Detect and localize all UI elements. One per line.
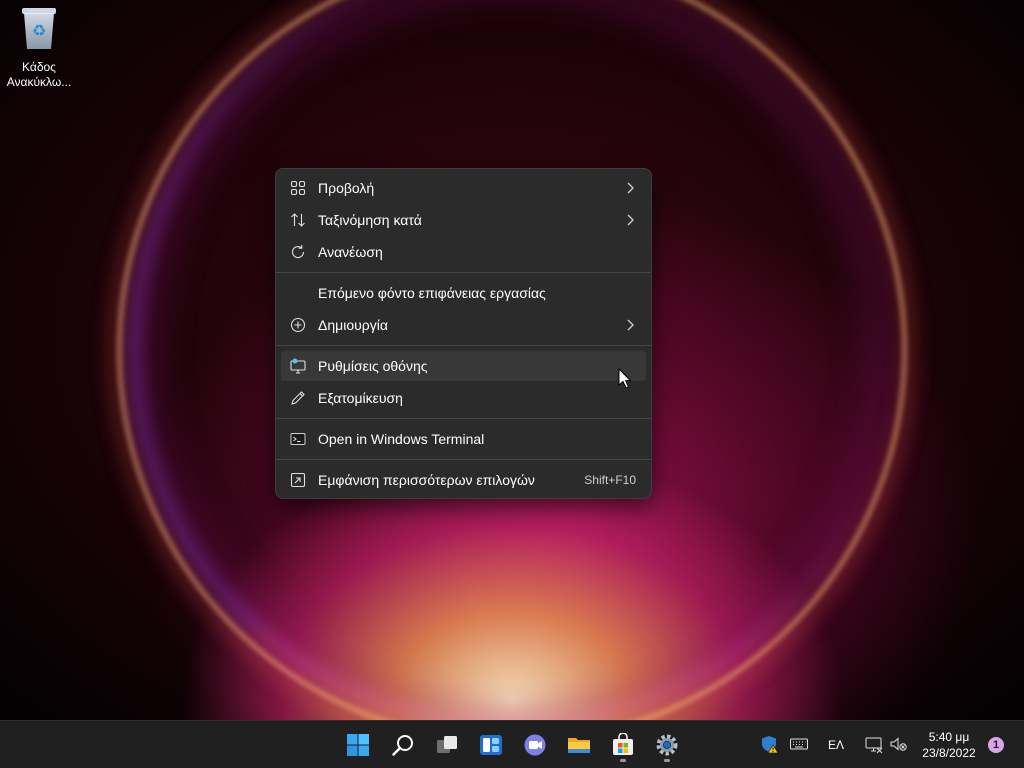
menu-item-label: Ανανέωση xyxy=(318,244,383,260)
touch-keyboard-icon[interactable] xyxy=(789,734,809,754)
desktop-context-menu: Προβολή Ταξινόμηση κατά Ανανέωση Επόμενο… xyxy=(275,168,652,499)
menu-item-show-more-options[interactable]: Εμφάνιση περισσότερων επιλογών Shift+F10 xyxy=(281,465,646,495)
settings-icon xyxy=(656,734,678,756)
menu-item-refresh[interactable]: Ανανέωση xyxy=(281,237,646,267)
menu-item-label: Open in Windows Terminal xyxy=(318,431,485,447)
windows-security-icon[interactable] xyxy=(760,734,780,754)
teams-chat-button[interactable] xyxy=(515,726,555,764)
network-icon[interactable] xyxy=(864,734,884,754)
clock[interactable]: 5:40 μμ 23/8/2022 xyxy=(915,729,983,761)
keyboard-shortcut: Shift+F10 xyxy=(584,473,636,487)
file-explorer-button[interactable] xyxy=(559,726,599,764)
settings-button[interactable] xyxy=(647,726,687,764)
input-language-indicator[interactable]: ΕΛ xyxy=(828,737,844,753)
menu-item-display-settings[interactable]: Ρυθμίσεις οθόνης xyxy=(281,351,646,381)
display-settings-icon xyxy=(290,358,306,374)
more-options-icon xyxy=(290,472,306,488)
menu-separator xyxy=(276,459,651,460)
recycle-bin-icon: ♻ xyxy=(22,8,56,50)
widgets-icon xyxy=(480,735,502,755)
menu-item-label: Επόμενο φόντο επιφάνειας εργασίας xyxy=(318,285,546,301)
terminal-icon xyxy=(290,433,306,445)
menu-item-sort-by[interactable]: Ταξινόμηση κατά xyxy=(281,205,646,235)
widgets-button[interactable] xyxy=(471,726,511,764)
menu-separator xyxy=(276,418,651,419)
menu-item-label: Ρυθμίσεις οθόνης xyxy=(318,358,428,374)
mouse-cursor-icon xyxy=(618,368,632,389)
running-indicator xyxy=(620,759,626,762)
recycle-bin-label: Κάδος Ανακύκλω... xyxy=(6,60,72,89)
chevron-right-icon xyxy=(627,182,634,194)
chevron-right-icon xyxy=(627,319,634,331)
view-grid-icon xyxy=(290,180,306,196)
volume-muted-icon[interactable] xyxy=(889,734,909,754)
microsoft-store-icon xyxy=(613,733,633,755)
running-indicator xyxy=(664,759,670,762)
new-icon xyxy=(290,317,306,333)
start-button[interactable] xyxy=(338,726,378,764)
recycle-bin-shortcut[interactable]: ♻ Κάδος Ανακύκλω... xyxy=(2,6,76,90)
menu-item-label: Δημιουργία xyxy=(318,317,388,333)
menu-item-personalize[interactable]: Εξατομίκευση xyxy=(281,383,646,413)
clock-time: 5:40 μμ xyxy=(928,730,970,744)
refresh-icon xyxy=(291,245,305,259)
microsoft-store-button[interactable] xyxy=(603,726,643,764)
start-icon xyxy=(347,734,369,756)
menu-item-label: Εξατομίκευση xyxy=(318,390,403,406)
file-explorer-icon xyxy=(568,738,590,753)
notification-badge[interactable]: 1 xyxy=(988,737,1004,753)
personalize-pen-icon xyxy=(291,391,305,405)
menu-item-label: Ταξινόμηση κατά xyxy=(318,212,422,228)
search-button[interactable] xyxy=(383,726,423,764)
task-view-button[interactable] xyxy=(427,726,467,764)
menu-item-label: Εμφάνιση περισσότερων επιλογών xyxy=(318,472,535,488)
menu-item-open-terminal[interactable]: Open in Windows Terminal xyxy=(281,424,646,454)
menu-separator xyxy=(276,272,651,273)
teams-chat-icon xyxy=(524,734,546,756)
menu-item-view[interactable]: Προβολή xyxy=(281,173,646,203)
menu-separator xyxy=(276,345,651,346)
search-icon xyxy=(392,735,413,756)
clock-date: 23/8/2022 xyxy=(922,746,976,760)
chevron-right-icon xyxy=(627,214,634,226)
menu-item-new[interactable]: Δημιουργία xyxy=(281,310,646,340)
menu-item-next-background[interactable]: Επόμενο φόντο επιφάνειας εργασίας xyxy=(281,278,646,308)
taskbar: ΕΛ 5:40 μμ 23/8/2022 1 xyxy=(0,720,1024,768)
menu-item-label: Προβολή xyxy=(318,180,375,196)
task-view-icon xyxy=(437,736,457,753)
sort-icon xyxy=(291,213,305,227)
